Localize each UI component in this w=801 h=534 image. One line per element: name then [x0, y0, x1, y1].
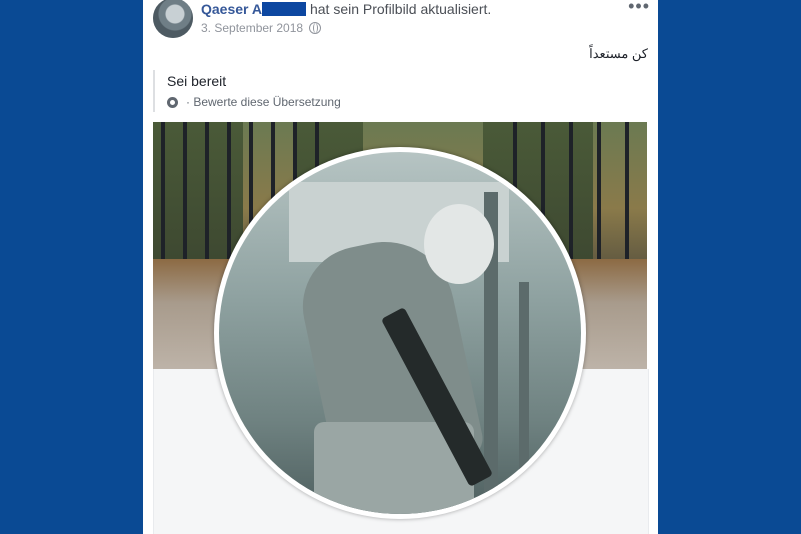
- post-action: hat sein Profilbild aktualisiert.: [309, 1, 492, 17]
- author-name[interactable]: Qaeser A: [201, 1, 262, 17]
- profile-photo-image: [219, 152, 581, 514]
- translation-block: Sei bereit · Bewerte diese Übersetzung: [153, 70, 341, 112]
- profile-picture[interactable]: [214, 147, 586, 519]
- more-horizontal-icon[interactable]: •••: [628, 0, 650, 17]
- rate-translation-label: · Bewerte diese Übersetzung: [186, 95, 341, 109]
- redaction-box: [261, 2, 306, 16]
- post-meta: 3. September 2018: [201, 21, 322, 35]
- post-header: Qaeser A hat sein Profilbild aktualisiert…: [201, 1, 491, 17]
- translation-text: Sei bereit: [167, 73, 227, 89]
- rate-translation-link[interactable]: · Bewerte diese Übersetzung: [167, 95, 341, 109]
- post-date[interactable]: 3. September 2018: [201, 21, 303, 35]
- avatar[interactable]: [153, 0, 193, 38]
- gear-icon: [167, 96, 178, 108]
- globe-icon[interactable]: [309, 22, 322, 34]
- post-text: كن مستعداً: [589, 46, 648, 61]
